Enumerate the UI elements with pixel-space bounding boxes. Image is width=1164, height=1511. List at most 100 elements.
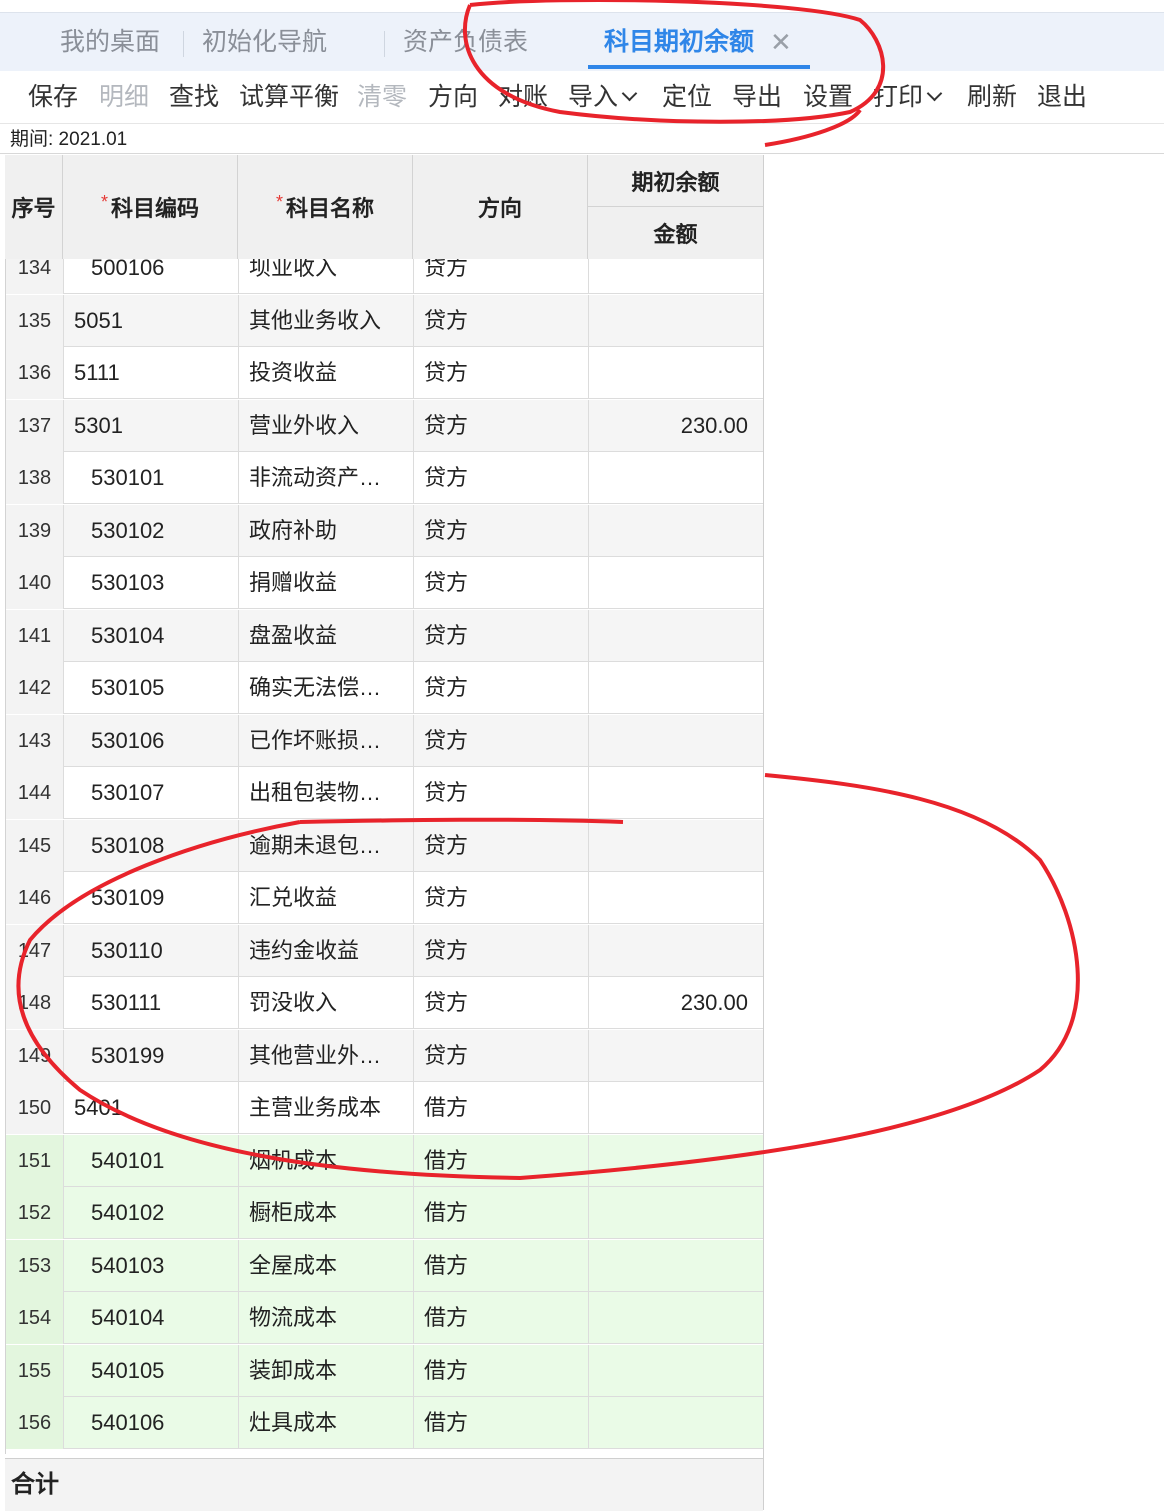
- header-direction[interactable]: 方向: [413, 155, 588, 259]
- table-row[interactable]: 137 5301 营业外收入 贷方 230.00: [6, 399, 764, 452]
- table-row[interactable]: 142 530105 确实无法偿… 贷方: [6, 662, 764, 714]
- account-code[interactable]: 530110: [64, 924, 239, 977]
- amount-cell[interactable]: [589, 662, 764, 714]
- amount-cell[interactable]: [589, 1344, 764, 1397]
- account-name[interactable]: 烟机成本: [239, 1134, 414, 1187]
- direction-cell[interactable]: 贷方: [414, 819, 589, 872]
- locate-button[interactable]: 定位: [662, 71, 712, 123]
- trial-balance-button[interactable]: 试算平衡: [239, 71, 339, 123]
- reconcile-button[interactable]: 对账: [498, 71, 548, 123]
- table-row[interactable]: 141 530104 盘盈收益 贷方: [6, 609, 764, 662]
- amount-cell[interactable]: [589, 1082, 764, 1134]
- tab-desktop[interactable]: 我的桌面: [60, 13, 160, 71]
- table-row[interactable]: 155 540105 装卸成本 借方: [6, 1344, 764, 1397]
- table-row[interactable]: 136 5111 投资收益 贷方: [6, 347, 764, 399]
- account-name[interactable]: 投资收益: [239, 347, 414, 399]
- amount-cell[interactable]: [589, 452, 764, 504]
- direction-cell[interactable]: 贷方: [414, 714, 589, 767]
- table-row[interactable]: 134 500106 坝业收入 贷方: [6, 259, 764, 294]
- direction-cell[interactable]: 贷方: [414, 557, 589, 609]
- exit-button[interactable]: 退出: [1037, 71, 1087, 123]
- account-name[interactable]: 灶具成本: [239, 1397, 414, 1449]
- clear-button[interactable]: 清零: [357, 71, 407, 123]
- direction-cell[interactable]: 贷方: [414, 1029, 589, 1082]
- amount-cell[interactable]: 230.00: [589, 977, 764, 1029]
- account-code[interactable]: 530101: [64, 452, 239, 504]
- header-name[interactable]: * 科目名称: [238, 155, 413, 259]
- table-row[interactable]: 156 540106 灶具成本 借方: [6, 1397, 764, 1449]
- direction-cell[interactable]: 贷方: [414, 504, 589, 557]
- direction-cell[interactable]: 借方: [414, 1292, 589, 1344]
- account-code[interactable]: 5301: [64, 399, 239, 452]
- direction-cell[interactable]: 贷方: [414, 977, 589, 1029]
- close-icon[interactable]: ✕: [770, 29, 792, 55]
- direction-cell[interactable]: 借方: [414, 1239, 589, 1292]
- table-row[interactable]: 146 530109 汇兑收益 贷方: [6, 872, 764, 924]
- direction-cell[interactable]: 贷方: [414, 347, 589, 399]
- account-name[interactable]: 政府补助: [239, 504, 414, 557]
- direction-cell[interactable]: 借方: [414, 1187, 589, 1239]
- amount-cell[interactable]: [589, 924, 764, 977]
- account-code[interactable]: 540105: [64, 1344, 239, 1397]
- amount-cell[interactable]: 230.00: [589, 399, 764, 452]
- account-code[interactable]: 530109: [64, 872, 239, 924]
- table-row[interactable]: 147 530110 违约金收益 贷方: [6, 924, 764, 977]
- direction-cell[interactable]: 借方: [414, 1134, 589, 1187]
- direction-cell[interactable]: 贷方: [414, 259, 589, 294]
- import-dropdown[interactable]: 导入: [568, 71, 638, 123]
- find-button[interactable]: 查找: [169, 71, 219, 123]
- account-name[interactable]: 出租包装物…: [239, 767, 414, 819]
- account-code[interactable]: 530104: [64, 609, 239, 662]
- account-name[interactable]: 捐赠收益: [239, 557, 414, 609]
- account-code[interactable]: 530111: [64, 977, 239, 1029]
- account-code[interactable]: 5111: [64, 347, 239, 399]
- account-name[interactable]: 已作坏账损…: [239, 714, 414, 767]
- table-row[interactable]: 140 530103 捐赠收益 贷方: [6, 557, 764, 609]
- account-code[interactable]: 530103: [64, 557, 239, 609]
- detail-button[interactable]: 明细: [99, 71, 149, 123]
- account-code[interactable]: 500106: [64, 259, 239, 294]
- amount-cell[interactable]: [589, 1292, 764, 1344]
- account-name[interactable]: 全屋成本: [239, 1239, 414, 1292]
- amount-cell[interactable]: [589, 767, 764, 819]
- table-row[interactable]: 145 530108 逾期未退包… 贷方: [6, 819, 764, 872]
- table-row[interactable]: 151 540101 烟机成本 借方: [6, 1134, 764, 1187]
- account-name[interactable]: 其他营业外…: [239, 1029, 414, 1082]
- amount-cell[interactable]: [589, 872, 764, 924]
- table-row[interactable]: 150 5401 主营业务成本 借方: [6, 1082, 764, 1134]
- amount-cell[interactable]: [589, 557, 764, 609]
- amount-cell[interactable]: [589, 504, 764, 557]
- table-row[interactable]: 153 540103 全屋成本 借方: [6, 1239, 764, 1292]
- table-row[interactable]: 152 540102 橱柜成本 借方: [6, 1187, 764, 1239]
- account-code[interactable]: 5401: [64, 1082, 239, 1134]
- account-name[interactable]: 盘盈收益: [239, 609, 414, 662]
- table-row[interactable]: 139 530102 政府补助 贷方: [6, 504, 764, 557]
- header-code[interactable]: * 科目编码: [63, 155, 238, 259]
- account-code[interactable]: 530105: [64, 662, 239, 714]
- print-dropdown[interactable]: 打印: [873, 71, 943, 123]
- table-row[interactable]: 143 530106 已作坏账损… 贷方: [6, 714, 764, 767]
- account-name[interactable]: 其他业务收入: [239, 294, 414, 347]
- table-row[interactable]: 144 530107 出租包装物… 贷方: [6, 767, 764, 819]
- account-name[interactable]: 确实无法偿…: [239, 662, 414, 714]
- amount-cell[interactable]: [589, 1397, 764, 1449]
- account-name[interactable]: 主营业务成本: [239, 1082, 414, 1134]
- amount-cell[interactable]: [589, 259, 764, 294]
- account-name[interactable]: 逾期未退包…: [239, 819, 414, 872]
- direction-cell[interactable]: 借方: [414, 1344, 589, 1397]
- amount-cell[interactable]: [589, 347, 764, 399]
- account-code[interactable]: 540101: [64, 1134, 239, 1187]
- direction-cell[interactable]: 贷方: [414, 294, 589, 347]
- direction-button[interactable]: 方向: [428, 71, 478, 123]
- direction-cell[interactable]: 贷方: [414, 609, 589, 662]
- tab-balance-sheet[interactable]: 资产负债表: [403, 13, 528, 71]
- account-code[interactable]: 540102: [64, 1187, 239, 1239]
- direction-cell[interactable]: 贷方: [414, 399, 589, 452]
- account-name[interactable]: 坝业收入: [239, 259, 414, 294]
- amount-cell[interactable]: [589, 1187, 764, 1239]
- table-row[interactable]: 148 530111 罚没收入 贷方 230.00: [6, 977, 764, 1029]
- refresh-button[interactable]: 刷新: [967, 71, 1017, 123]
- amount-cell[interactable]: [589, 609, 764, 662]
- account-name[interactable]: 汇兑收益: [239, 872, 414, 924]
- save-button[interactable]: 保存: [28, 71, 78, 123]
